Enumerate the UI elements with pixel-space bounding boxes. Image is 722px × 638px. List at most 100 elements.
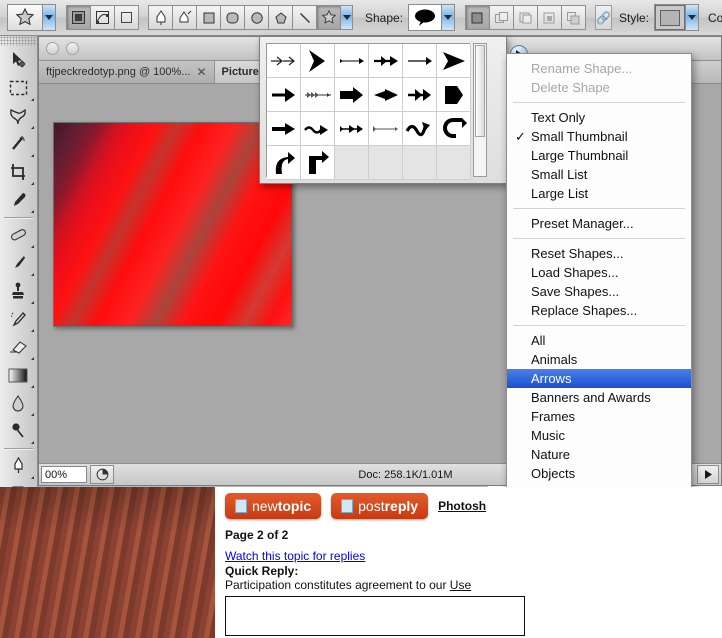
shape-cell-9[interactable] bbox=[369, 78, 403, 112]
fill-pixels-button[interactable] bbox=[114, 5, 139, 30]
post-reply-button[interactable]: postreply bbox=[331, 493, 428, 519]
freeform-pen-tool-button[interactable] bbox=[172, 5, 197, 30]
shape-cell-8[interactable] bbox=[335, 78, 369, 112]
shape-preset-chevron-down-icon[interactable] bbox=[441, 5, 454, 30]
scrollbar-thumb[interactable] bbox=[475, 45, 485, 137]
shape-cell-6[interactable] bbox=[267, 78, 301, 112]
menu-item-nature[interactable]: Nature bbox=[507, 445, 691, 464]
shape-preset-picker[interactable] bbox=[408, 4, 455, 31]
quick-reply-textarea[interactable] bbox=[225, 596, 525, 636]
toolbox-grip[interactable] bbox=[0, 36, 37, 46]
brush-tool[interactable] bbox=[0, 249, 36, 277]
menu-item-music[interactable]: Music bbox=[507, 426, 691, 445]
shape-cell-18[interactable] bbox=[267, 146, 301, 180]
document-icon-2 bbox=[341, 499, 353, 513]
canvas-image[interactable] bbox=[53, 122, 293, 327]
menu-item-banners-and-awards[interactable]: Banners and Awards bbox=[507, 388, 691, 407]
menu-item-reset-shapes[interactable]: Reset Shapes... bbox=[507, 244, 691, 263]
tool-preset-picker[interactable] bbox=[7, 4, 56, 31]
forum-page: newtopic postreply Photosh Page 2 of 2 W… bbox=[215, 487, 722, 638]
shape-cell-12[interactable] bbox=[267, 112, 301, 146]
gradient-tool[interactable] bbox=[0, 361, 36, 389]
magic-wand-tool[interactable] bbox=[0, 130, 36, 158]
add-to-shape-area-button[interactable] bbox=[465, 5, 490, 30]
shape-layers-button[interactable] bbox=[66, 5, 91, 30]
shape-cell-19[interactable] bbox=[301, 146, 335, 180]
pen-tool-button[interactable] bbox=[148, 5, 173, 30]
polygon-tool-button[interactable] bbox=[268, 5, 293, 30]
shape-picker-scrollbar[interactable] bbox=[473, 43, 487, 177]
shape-cell-7[interactable] bbox=[301, 78, 335, 112]
shape-cell-17[interactable] bbox=[437, 112, 471, 146]
shape-tools-chevron-down-icon[interactable] bbox=[340, 5, 353, 30]
pen-tool[interactable] bbox=[0, 452, 36, 480]
shape-cell-1[interactable] bbox=[301, 44, 335, 78]
custom-shape-tool-button[interactable] bbox=[316, 5, 341, 30]
shape-cell-14[interactable] bbox=[335, 112, 369, 146]
shape-cell-16[interactable] bbox=[403, 112, 437, 146]
shape-cell-0[interactable] bbox=[267, 44, 301, 78]
new-topic-button[interactable]: newtopic bbox=[225, 493, 321, 519]
clone-stamp-tool[interactable] bbox=[0, 277, 36, 305]
shape-cell-4[interactable] bbox=[403, 44, 437, 78]
zoom-level-input[interactable]: 00% bbox=[41, 466, 87, 483]
watch-topic-link[interactable]: Watch this topic for replies bbox=[225, 549, 365, 563]
menu-item-arrows[interactable]: Arrows bbox=[507, 369, 691, 388]
paths-button[interactable] bbox=[90, 5, 115, 30]
shape-cell-10[interactable] bbox=[403, 78, 437, 112]
canyon-photo bbox=[0, 487, 215, 638]
menu-item-all[interactable]: All bbox=[507, 331, 691, 350]
use-policy-link[interactable]: Use bbox=[450, 578, 471, 592]
participation-notice: Participation constitutes agreement to o… bbox=[225, 578, 722, 592]
menu-item-animals[interactable]: Animals bbox=[507, 350, 691, 369]
menu-item-preset-manager[interactable]: Preset Manager... bbox=[507, 214, 691, 233]
style-chevron-down-icon[interactable] bbox=[685, 5, 698, 30]
right-triangle-icon[interactable] bbox=[697, 465, 719, 484]
menu-item-load-shapes[interactable]: Load Shapes... bbox=[507, 263, 691, 282]
shape-cell-13[interactable] bbox=[301, 112, 335, 146]
menu-item-text-only[interactable]: Text Only bbox=[507, 108, 691, 127]
shape-cell-15[interactable] bbox=[369, 112, 403, 146]
link-layers-icon[interactable]: 🔗 bbox=[595, 5, 612, 30]
forum-breadcrumb-link[interactable]: Photosh bbox=[438, 499, 486, 513]
blur-tool[interactable] bbox=[0, 389, 36, 417]
preview-proxy-icon[interactable] bbox=[90, 465, 114, 484]
lasso-tool[interactable] bbox=[0, 102, 36, 130]
menu-item-delete-shape: Delete Shape bbox=[507, 78, 691, 97]
shape-cell-3[interactable] bbox=[369, 44, 403, 78]
rectangle-tool-button[interactable] bbox=[196, 5, 221, 30]
ellipse-tool-button[interactable] bbox=[244, 5, 269, 30]
menu-item-replace-shapes[interactable]: Replace Shapes... bbox=[507, 301, 691, 320]
line-tool-button[interactable] bbox=[292, 5, 317, 30]
subtract-from-shape-area-button[interactable] bbox=[489, 5, 514, 30]
eyedropper-tool[interactable] bbox=[0, 186, 36, 214]
style-swatch bbox=[655, 5, 685, 30]
menu-item-small-list[interactable]: Small List bbox=[507, 165, 691, 184]
intersect-shape-areas-button[interactable] bbox=[513, 5, 538, 30]
move-tool[interactable] bbox=[0, 46, 36, 74]
dodge-tool[interactable] bbox=[0, 417, 36, 445]
history-brush-tool[interactable] bbox=[0, 305, 36, 333]
eraser-tool[interactable] bbox=[0, 333, 36, 361]
shape-cell-2[interactable] bbox=[335, 44, 369, 78]
combine-button[interactable] bbox=[561, 5, 586, 30]
document-tab-0[interactable]: ftjpeckredotyp.png @ 100%... ✕ bbox=[39, 61, 215, 83]
close-icon[interactable]: ✕ bbox=[196, 65, 206, 79]
new-topic-label-bold: topic bbox=[278, 498, 311, 514]
tool-preset-chevron-down-icon[interactable] bbox=[42, 5, 55, 30]
menu-item-objects[interactable]: Objects bbox=[507, 464, 691, 483]
shape-cell-11[interactable] bbox=[437, 78, 471, 112]
shape-cell-5[interactable] bbox=[437, 44, 471, 78]
menu-item-save-shapes[interactable]: Save Shapes... bbox=[507, 282, 691, 301]
menu-item-frames[interactable]: Frames bbox=[507, 407, 691, 426]
rectangular-marquee-tool[interactable] bbox=[0, 74, 36, 102]
talk-bubble-shape-icon bbox=[409, 5, 441, 30]
exclude-overlapping-areas-button[interactable] bbox=[537, 5, 562, 30]
menu-item-large-thumbnail[interactable]: Large Thumbnail bbox=[507, 146, 691, 165]
rounded-rectangle-tool-button[interactable] bbox=[220, 5, 245, 30]
healing-brush-tool[interactable] bbox=[0, 221, 36, 249]
style-picker[interactable] bbox=[654, 4, 699, 31]
menu-item-large-list[interactable]: Large List bbox=[507, 184, 691, 203]
menu-item-small-thumbnail[interactable]: Small Thumbnail bbox=[507, 127, 691, 146]
crop-tool[interactable] bbox=[0, 158, 36, 186]
